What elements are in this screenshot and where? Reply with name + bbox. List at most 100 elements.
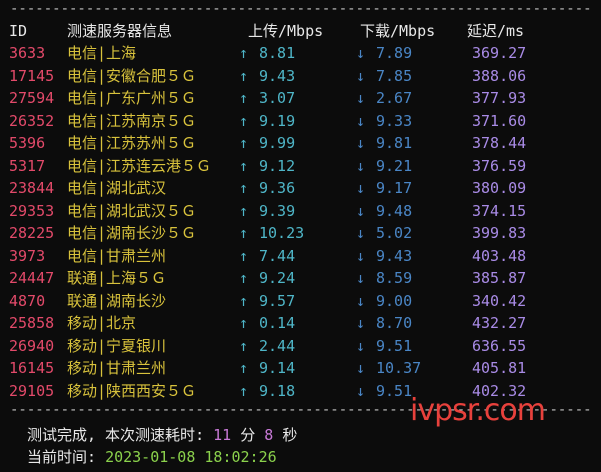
up-arrow-icon: ↑	[239, 156, 249, 175]
row-download: ↓ 9.51	[356, 335, 412, 358]
row-upload-value: 3.07	[259, 89, 296, 107]
table-row: 24447 联通|上海５Ｇ ↑ 9.24 ↓ 8.59 385.87	[0, 267, 601, 290]
row-location: 江苏连云港５Ｇ	[106, 156, 212, 175]
row-isp: 移动	[67, 314, 98, 332]
row-isp: 电信	[67, 201, 98, 220]
row-download-value: 9.33	[376, 111, 413, 130]
row-id: 17145	[9, 66, 55, 85]
table-row: 23844 电信|湖北武汉 ↑ 9.36 ↓ 9.17 380.09	[0, 177, 601, 200]
row-isp: 联通	[67, 291, 98, 310]
row-download-value: 7.89	[376, 44, 413, 62]
up-arrow-icon: ↑	[239, 381, 249, 400]
row-location: 上海	[106, 44, 137, 62]
row-separator: |	[97, 291, 107, 310]
row-separator: |	[97, 89, 107, 107]
row-latency: 376.59	[472, 156, 527, 175]
down-arrow-icon: ↓	[356, 134, 366, 152]
row-upload-value: 9.57	[259, 291, 296, 310]
up-arrow-icon: ↑	[239, 269, 249, 287]
down-arrow-icon: ↓	[356, 44, 366, 62]
down-arrow-icon: ↓	[356, 336, 366, 355]
row-separator: |	[97, 269, 107, 287]
row-latency: 432.27	[472, 314, 527, 332]
down-arrow-icon: ↓	[356, 381, 366, 400]
row-upload-value: 10.23	[259, 224, 305, 242]
row-latency: 374.15	[472, 201, 527, 220]
header-latency: 延迟/ms	[467, 22, 525, 40]
summary-time-label: 当前时间:	[27, 448, 97, 466]
row-upload-value: 7.44	[259, 246, 296, 265]
row-upload: ↑ 9.14	[239, 357, 295, 380]
row-download: ↓ 7.89	[356, 42, 412, 65]
row-isp: 电信	[67, 179, 98, 197]
row-upload: ↑ 8.81	[239, 42, 295, 65]
row-separator: |	[97, 66, 107, 85]
header-upload: 上传/Mbps	[248, 22, 324, 40]
row-upload-value: 0.14	[259, 314, 296, 332]
row-download: ↓ 9.21	[356, 155, 412, 178]
row-id: 25858	[9, 314, 55, 332]
row-upload-value: 9.36	[259, 179, 296, 197]
down-arrow-icon: ↓	[356, 111, 366, 130]
row-isp: 电信	[67, 89, 98, 107]
row-separator: |	[97, 44, 107, 62]
table-row: 3973 电信|甘肃兰州 ↑ 7.44 ↓ 9.43 403.48	[0, 245, 601, 268]
row-latency: 378.44	[472, 134, 527, 152]
row-location: 湖北武汉	[106, 179, 167, 197]
row-download: ↓ 2.67	[356, 87, 412, 110]
row-location: 安徽合肥５Ｇ	[106, 66, 197, 85]
row-server: 电信|上海	[67, 42, 136, 65]
row-download: ↓ 10.37	[356, 357, 421, 380]
row-server: 移动|北京	[67, 312, 136, 335]
row-separator: |	[97, 111, 107, 130]
row-download: ↓ 8.70	[356, 312, 412, 335]
row-download-value: 9.81	[376, 134, 413, 152]
row-separator: |	[97, 336, 107, 355]
row-id: 24447	[9, 269, 55, 287]
down-arrow-icon: ↓	[356, 291, 366, 310]
row-upload: ↑ 2.44	[239, 335, 295, 358]
row-download-value: 5.02	[376, 224, 413, 242]
table-row: 5317 电信|江苏连云港５Ｇ ↑ 9.12 ↓ 9.21 376.59	[0, 155, 601, 178]
header-server: 测速服务器信息	[67, 22, 173, 40]
row-id: 29353	[9, 201, 55, 220]
row-download-value: 8.59	[376, 269, 413, 287]
row-latency: 369.27	[472, 44, 527, 62]
row-server: 移动|陕西西安５Ｇ	[67, 380, 196, 403]
row-upload: ↑ 10.23	[239, 222, 304, 245]
row-isp: 移动	[67, 336, 98, 355]
row-upload-value: 9.18	[259, 381, 296, 400]
table-row: 4870 联通|湖南长沙 ↑ 9.57 ↓ 9.00 340.42	[0, 290, 601, 313]
down-arrow-icon: ↓	[356, 66, 366, 85]
row-download-value: 9.51	[376, 381, 413, 400]
down-arrow-icon: ↓	[356, 269, 366, 287]
row-upload: ↑ 9.18	[239, 380, 295, 403]
table-row: 26940 移动|宁夏银川 ↑ 2.44 ↓ 9.51 636.55	[0, 335, 601, 358]
row-isp: 移动	[67, 359, 98, 377]
table-row: 29353 电信|湖北武汉５Ｇ ↑ 9.39 ↓ 9.48 374.15	[0, 200, 601, 223]
row-isp: 电信	[67, 224, 98, 242]
summary-minutes-unit: 分	[240, 426, 256, 444]
table-row: 28225 电信|湖南长沙５Ｇ ↑ 10.23 ↓ 5.02 399.83	[0, 222, 601, 245]
row-latency: 380.09	[472, 179, 527, 197]
row-upload: ↑ 9.99	[239, 132, 295, 155]
row-separator: |	[97, 134, 107, 152]
down-arrow-icon: ↓	[356, 156, 366, 175]
terminal-window[interactable]: ----------------------------------------…	[0, 0, 601, 472]
row-location: 北京	[106, 314, 137, 332]
table-row: 27594 电信|广东广州５Ｇ ↑ 3.07 ↓ 2.67 377.93	[0, 87, 601, 110]
row-server: 联通|上海５Ｇ	[67, 267, 166, 290]
row-id: 5317	[9, 156, 46, 175]
row-server: 联通|湖南长沙	[67, 290, 166, 313]
row-separator: |	[97, 246, 107, 265]
row-location: 江苏苏州５Ｇ	[106, 134, 197, 152]
table-row: 3633 电信|上海 ↑ 8.81 ↓ 7.89 369.27	[0, 42, 601, 65]
row-location: 湖北武汉５Ｇ	[106, 201, 197, 220]
up-arrow-icon: ↑	[239, 359, 249, 377]
row-server: 移动|甘肃兰州	[67, 357, 166, 380]
row-download-value: 10.37	[376, 359, 422, 377]
up-arrow-icon: ↑	[239, 291, 249, 310]
table-row: 5396 电信|江苏苏州５Ｇ ↑ 9.99 ↓ 9.81 378.44	[0, 132, 601, 155]
row-upload-value: 9.99	[259, 134, 296, 152]
summary-minutes: 11	[213, 426, 232, 444]
